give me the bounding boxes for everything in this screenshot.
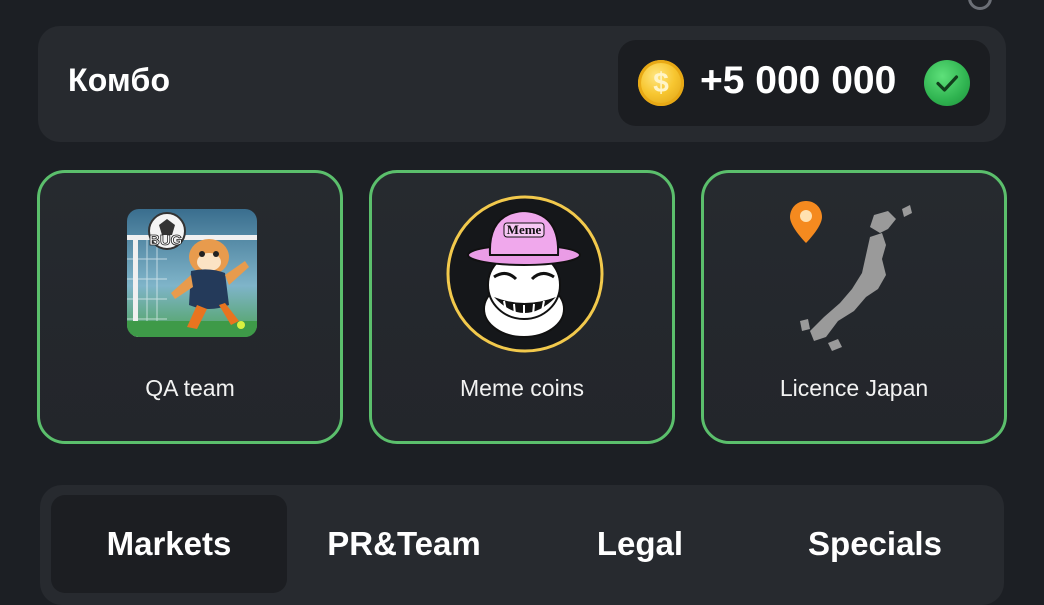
combo-panel: Комбо $ +5 000 000 <box>38 26 1006 142</box>
hamster-goalkeeper-bug-image: BUG <box>127 209 257 337</box>
meme-hat-text: Meme <box>507 222 542 237</box>
japan-map-pin-image <box>784 193 924 353</box>
tab-legal[interactable]: Legal <box>522 495 758 593</box>
combo-title: Комбо <box>68 62 171 98</box>
combo-card-qa-team[interactable]: BUG QA team <box>37 170 343 444</box>
combo-card-licence-japan[interactable]: Licence Japan <box>701 170 1007 444</box>
coin-icon: $ <box>638 60 684 106</box>
combo-reward-pill: $ +5 000 000 <box>618 40 990 126</box>
check-icon <box>924 60 970 106</box>
card-label: Meme coins <box>460 375 584 401</box>
top-status-icon <box>968 0 992 10</box>
card-label: QA team <box>145 375 235 401</box>
combo-card-meme-coins[interactable]: Meme Meme coins <box>369 170 675 444</box>
bug-badge-text: BUG <box>149 232 182 249</box>
category-tabs: Markets PR&Team Legal Specials <box>40 485 1004 605</box>
tab-markets[interactable]: Markets <box>51 495 287 593</box>
tab-pr-team[interactable]: PR&Team <box>286 495 522 593</box>
card-label: Licence Japan <box>779 375 929 401</box>
combo-reward-amount: +5 000 000 <box>700 59 897 102</box>
tab-specials[interactable]: Specials <box>757 495 993 593</box>
troll-face-meme-hat-image: Meme <box>444 193 606 355</box>
